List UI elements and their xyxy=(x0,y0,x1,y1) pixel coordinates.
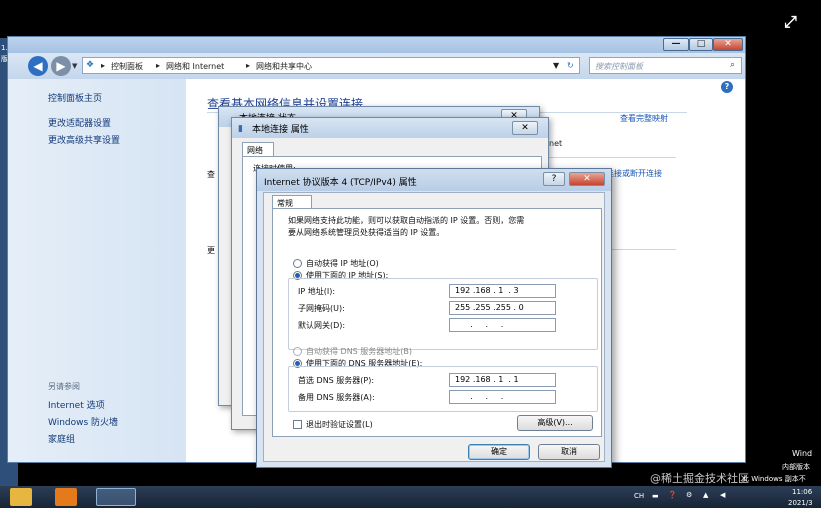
refresh-icon[interactable]: ↻ xyxy=(567,61,574,70)
sidebar-item-windows-firewall[interactable]: Windows 防火墙 xyxy=(48,415,118,428)
clock-time: 11:06 xyxy=(792,488,813,496)
general-panel: 如果网络支持此功能，则可以获取自动指派的 IP 设置。否则，您需 要从网络系统管… xyxy=(272,208,602,437)
help-button[interactable]: ? xyxy=(543,172,565,186)
search-box[interactable]: 搜索控制面板 ⌕ xyxy=(589,57,742,74)
partial-label: 更 xyxy=(207,246,215,255)
validate-settings-checkbox[interactable] xyxy=(293,420,302,429)
partial-label: 查 xyxy=(207,170,215,179)
desktop-screen: 1.3 版 ⤢ — □ ✕ ◀ ▶ ▼ ❖ ▸ 控制面板 ▸ 网络和 Inter… xyxy=(0,0,821,508)
flag-icon[interactable]: ▲ xyxy=(703,491,708,499)
control-panel-icon: ❖ xyxy=(86,60,95,70)
search-input[interactable]: 搜索控制面板 xyxy=(595,61,643,72)
connect-disconnect-link[interactable]: 连接或断开连接 xyxy=(606,168,662,179)
sidebar-item-control-panel-home[interactable]: 控制面板主页 xyxy=(48,91,102,104)
sidebar: 控制面板主页 更改适配器设置 更改高级共享设置 另请参阅 Internet 选项… xyxy=(8,79,186,462)
navigation-bar: ◀ ▶ ▼ ❖ ▸ 控制面板 ▸ 网络和 Internet ▸ 网络和共享中心 … xyxy=(8,53,745,79)
auto-dns-radio[interactable] xyxy=(293,347,302,356)
history-chevron-down-icon[interactable]: ▼ xyxy=(72,62,77,70)
validate-settings-label: 退出时验证设置(L) xyxy=(306,420,373,429)
alternate-dns-field[interactable]: . . . xyxy=(449,390,556,404)
search-icon[interactable]: ⌕ xyxy=(730,60,735,70)
language-indicator[interactable]: CH xyxy=(634,492,644,500)
tab-general[interactable]: 常规 xyxy=(272,195,312,209)
keyboard-icon[interactable]: ▬ xyxy=(652,492,659,500)
window-titlebar[interactable]: — □ ✕ xyxy=(8,37,745,53)
breadcrumb-network-sharing-center[interactable]: 网络和共享中心 xyxy=(256,61,312,72)
breadcrumb-separator-icon: ▸ xyxy=(156,61,161,70)
settings-tray-icon[interactable]: ⚙ xyxy=(686,491,692,499)
ipv4-close-button[interactable]: ✕ xyxy=(569,172,605,186)
activation-text-3: 此 Windows 副本不 xyxy=(742,475,806,483)
network-adapter-icon: ▮ xyxy=(238,124,243,134)
minimize-button[interactable]: — xyxy=(663,38,689,51)
sidebar-item-homegroup[interactable]: 家庭组 xyxy=(48,432,75,445)
subnet-mask-field[interactable]: 255 .255 .255 . 0 xyxy=(449,301,556,315)
back-arrow-icon[interactable]: ◀ xyxy=(28,56,48,76)
see-also-heading: 另请参阅 xyxy=(48,382,80,391)
maximize-button[interactable]: □ xyxy=(689,38,713,51)
folder-icon[interactable] xyxy=(10,488,32,506)
ok-button[interactable]: 确定 xyxy=(468,444,530,460)
alternate-dns-label: 备用 DNS 服务器(A): xyxy=(298,393,375,402)
auto-dns-label: 自动获得 DNS 服务器地址(B) xyxy=(306,347,413,356)
ipv4-dialog-title: Internet 协议版本 4 (TCP/IPv4) 属性 xyxy=(264,178,417,188)
breadcrumb-network-internet[interactable]: 网络和 Internet xyxy=(166,61,224,72)
cancel-button[interactable]: 取消 xyxy=(538,444,600,460)
description-line-1: 如果网络支持此功能，则可以获取自动指派的 IP 设置。否则，您需 xyxy=(288,216,525,225)
ip-address-label: IP 地址(I): xyxy=(298,287,336,296)
taskbar: CH ▬ ❓ ⚙ ▲ ◀ 11:06 2021/3 xyxy=(0,486,821,508)
breadcrumb-control-panel[interactable]: 控制面板 xyxy=(111,61,143,72)
properties-dialog-titlebar[interactable]: 本地连接 属性 xyxy=(232,118,548,138)
breadcrumb-separator-icon: ▸ xyxy=(246,61,251,70)
sidebar-item-adapter-settings[interactable]: 更改适配器设置 xyxy=(48,116,111,129)
address-bar[interactable]: ❖ ▸ 控制面板 ▸ 网络和 Internet ▸ 网络和共享中心 ▼ ↻ xyxy=(82,57,580,74)
view-full-map-link[interactable]: 查看完整映射 xyxy=(620,113,668,124)
help-tray-icon[interactable]: ❓ xyxy=(668,491,677,499)
ipv4-dialog-titlebar[interactable]: Internet 协议版本 4 (TCP/IPv4) 属性 ? ✕ xyxy=(257,169,611,191)
section-divider xyxy=(546,157,676,158)
auto-ip-label: 自动获得 IP 地址(O) xyxy=(306,259,379,268)
default-gateway-label: 默认网关(D): xyxy=(298,321,346,330)
address-dropdown-icon[interactable]: ▼ xyxy=(553,61,559,70)
watermark-text: @稀土掘金技术社区 xyxy=(650,472,749,485)
help-icon[interactable]: ? xyxy=(721,81,733,93)
fullscreen-expand-icon[interactable]: ⤢ xyxy=(784,12,797,32)
subnet-mask-label: 子网掩码(U): xyxy=(298,304,345,313)
activation-text-1: Wind xyxy=(792,449,813,458)
ipv4-dialog-body: 常规 如果网络支持此功能，则可以获取自动指派的 IP 设置。否则，您需 要从网络… xyxy=(263,192,605,462)
volume-icon[interactable]: ◀ xyxy=(720,491,725,499)
preferred-dns-label: 首选 DNS 服务器(P): xyxy=(298,376,375,385)
properties-dialog-title: 本地连接 属性 xyxy=(252,125,309,135)
ipv4-properties-dialog: Internet 协议版本 4 (TCP/IPv4) 属性 ? ✕ 常规 如果网… xyxy=(256,168,612,468)
media-player-icon[interactable] xyxy=(55,488,77,506)
sidebar-item-internet-options[interactable]: Internet 选项 xyxy=(48,398,105,411)
forward-arrow-icon[interactable]: ▶ xyxy=(51,56,71,76)
auto-ip-radio[interactable] xyxy=(293,259,302,268)
advanced-button[interactable]: 高级(V)... xyxy=(517,415,593,431)
preferred-dns-field[interactable]: 192 .168 . 1 . 1 xyxy=(449,373,556,387)
description-line-2: 要从网络系统管理员处获得适当的 IP 设置。 xyxy=(288,228,445,237)
close-button[interactable]: ✕ xyxy=(713,38,743,51)
sidebar-item-advanced-sharing[interactable]: 更改高级共享设置 xyxy=(48,133,120,146)
network-settings-taskbar-icon[interactable] xyxy=(96,488,136,506)
breadcrumb-separator-icon: ▸ xyxy=(101,61,106,70)
properties-dialog-close-button[interactable]: ✕ xyxy=(512,121,538,135)
clock-date: 2021/3 xyxy=(788,499,813,507)
activation-text-2: 内部版本 xyxy=(782,463,810,471)
partial-label: net xyxy=(549,139,563,148)
tab-network[interactable]: 网络 xyxy=(242,142,274,156)
ip-address-field[interactable]: 192 .168 . 1 . 3 xyxy=(449,284,556,298)
default-gateway-field[interactable]: . . . xyxy=(449,318,556,332)
